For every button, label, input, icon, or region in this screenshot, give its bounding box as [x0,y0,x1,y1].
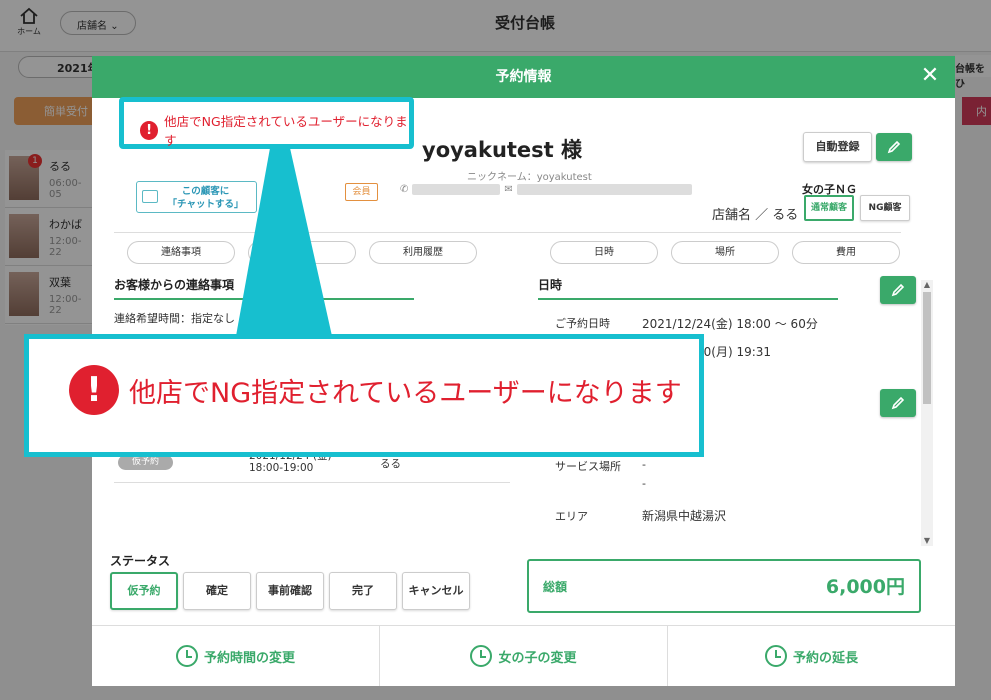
store-staff: 店舗名 ／ るる [712,208,799,223]
scroll-down-icon[interactable]: ▼ [921,536,933,546]
warning-text-small: 他店でNG指定されているユーザーになります [164,114,408,148]
customer-nickname: ニックネーム：yoyakutest [467,172,592,183]
area-value: 新潟県中越湯沢 [642,509,727,523]
service-place-value: - [642,458,646,471]
tab-cost[interactable]: 費用 [792,241,900,264]
clock-plus-icon [764,645,787,667]
tab-history[interactable]: 利用履歴 [369,241,477,264]
chat-button-label: この顧客に 「チャットする」 [167,186,244,210]
pencil-icon [891,396,905,410]
contact-wish-time: 連絡希望時間：指定なし [114,312,235,325]
contact-info: ✆ ✉ [400,184,692,195]
status-complete-button[interactable]: 完了 [329,572,397,610]
modal-header: 予約情報 ✕ [92,56,955,98]
edit-customer-button[interactable] [876,133,912,161]
edit-place-button[interactable] [880,389,916,417]
redacted-phone [412,184,501,195]
chat-icon [142,190,158,203]
extend-button[interactable]: 予約の延長 [668,626,955,686]
area-label: エリア [555,510,588,523]
contact-section-title: お客様からの連絡事項 [114,276,414,300]
change-girl-label: 女の子の変更 [498,650,577,666]
tab-datetime[interactable]: 日時 [550,241,658,264]
phone-icon: ✆ [400,184,409,195]
mail-icon: ✉ [504,184,513,195]
reception-datetime-value: 20(月) 19:31 [696,345,772,359]
warning-icon: ! [140,120,159,140]
status-badge: 仮予約 [118,455,173,470]
warning-text-large: 他店でNG指定されているユーザーになります [129,377,682,409]
status-confirmed-button[interactable]: 確定 [183,572,251,610]
status-precheck-button[interactable]: 事前確認 [256,572,324,610]
status-label: ステータス [110,554,171,568]
auto-register-button[interactable]: 自動登録 [803,132,872,162]
action-bar: 予約時間の変更 女の子の変更 予約の延長 [92,625,955,686]
warning-callout-large: ! 他店でNG指定されているユーザーになります [24,334,704,457]
warning-callout-small: ! 他店でNG指定されているユーザーになります [119,97,414,149]
close-icon[interactable]: ✕ [919,65,941,88]
chat-button[interactable]: この顧客に 「チャットする」 [136,181,257,213]
reserve-datetime-label: ご予約日時 [555,317,610,330]
total-box: 総額 6,000円 [527,559,921,613]
pencil-icon [891,283,905,297]
total-label: 総額 [543,580,568,594]
warning-icon: ! [69,365,119,415]
status-cancel-button[interactable]: キャンセル [402,572,470,610]
reserve-datetime-value: 2021/12/24(金) 18:00 〜 60分 [642,317,818,331]
tab-contact[interactable]: 連絡事項 [127,241,235,264]
divider [114,482,510,483]
service-place-value-2: - [642,477,646,490]
extend-label: 予約の延長 [792,650,858,666]
change-time-label: 予約時間の変更 [203,650,295,666]
history-time: 18:00-19:00 [249,462,314,474]
modal-title: 予約情報 [495,69,552,85]
change-time-button[interactable]: 予約時間の変更 [92,626,380,686]
datetime-section-title: 日時 [538,276,838,300]
status-provisional-button[interactable]: 仮予約 [110,572,178,610]
history-staff: るる [380,458,401,470]
scrollbar[interactable]: ▲ ▼ [921,280,933,546]
member-badge: 会員 [345,183,378,201]
divider [114,232,901,233]
scroll-up-icon[interactable]: ▲ [921,280,933,290]
edit-datetime-button[interactable] [880,276,916,304]
scroll-thumb[interactable] [923,292,931,404]
service-place-label: サービス場所 [555,460,621,473]
tab-place[interactable]: 場所 [671,241,779,264]
total-value: 6,000円 [825,576,905,598]
clock-icon [175,645,198,667]
pencil-icon [887,140,901,154]
refresh-heart-icon [470,645,493,667]
customer-name: yoyakutest 様 [422,138,583,162]
normal-customer-button[interactable]: 通常顧客 [804,195,854,221]
redacted-email [516,184,692,195]
ng-customer-button[interactable]: NG顧客 [860,195,910,221]
tab-memo[interactable]: メモ [248,241,356,264]
change-girl-button[interactable]: 女の子の変更 [380,626,668,686]
